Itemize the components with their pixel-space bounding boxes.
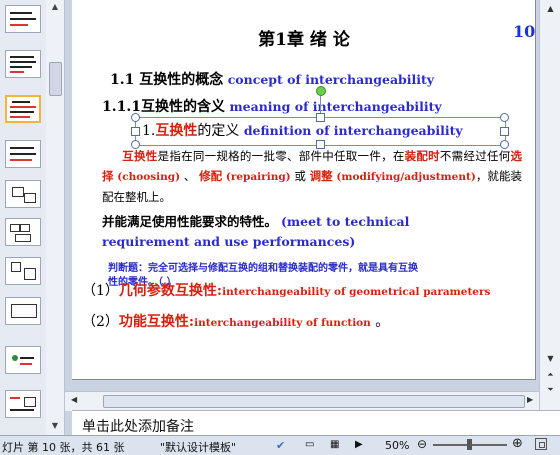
slide-sorter-icon[interactable]: ▦: [330, 439, 339, 450]
heading-meaning: 1.1.1互换性的含义 meaning of interchangeabilit…: [102, 99, 442, 115]
requirement-paragraph: 并能满足使用性能要求的特性。 (meet to technical requir…: [102, 214, 410, 249]
scroll-right-icon[interactable]: ▶: [527, 395, 533, 404]
heading-definition: 1.互换性的定义 definition of interchangeabilit…: [142, 123, 463, 139]
slide-thumbnail[interactable]: [5, 346, 41, 374]
slide-thumbnail[interactable]: [5, 297, 41, 325]
notes-placeholder: 单击此处添加备注: [82, 419, 194, 435]
quiz-question: 判断题：完全可选择与修配互换的组和替换装配的零件，就是具有互换: [108, 263, 418, 274]
normal-view-icon[interactable]: ▭: [305, 439, 314, 450]
resize-handle[interactable]: [131, 127, 140, 136]
zoom-slider[interactable]: ⊖ ⊕: [415, 436, 525, 452]
zoom-level[interactable]: 50%: [385, 439, 409, 452]
scroll-left-icon[interactable]: ◀: [71, 395, 77, 404]
scroll-down-icon[interactable]: ▼: [49, 421, 61, 431]
next-slide-icon[interactable]: ⏷: [544, 383, 557, 396]
slide-counter: 灯片 第 10 张，共 61 张: [2, 441, 125, 454]
item-geometric: （1）几何参数互换性:interchangeability of geometr…: [82, 283, 491, 299]
zoom-out-icon[interactable]: ⊖: [417, 437, 427, 451]
resize-handle[interactable]: [131, 113, 140, 122]
slide-thumbnail[interactable]: [5, 218, 41, 246]
slide-thumbnail[interactable]: [5, 180, 41, 208]
design-template-name: "默认设计模板": [160, 441, 237, 454]
scrollbar-thumb[interactable]: [49, 62, 62, 96]
slide-page-number: 10: [513, 22, 536, 41]
slideshow-icon[interactable]: ▶: [355, 439, 363, 450]
slide-thumbnail[interactable]: [5, 390, 41, 418]
slide-canvas[interactable]: 第1章 绪 论 10 1.1 互换性的概念 concept of interch…: [72, 0, 536, 380]
status-bar: 灯片 第 10 张，共 61 张 "默认设计模板" ✔ ▭ ▦ ▶ 50% ⊖ …: [0, 435, 560, 455]
previous-slide-icon[interactable]: ⏶: [544, 368, 557, 381]
zoom-slider-handle[interactable]: [467, 439, 472, 450]
scroll-up-icon[interactable]: ▲: [544, 2, 557, 15]
notes-pane[interactable]: 单击此处添加备注: [72, 410, 560, 436]
slide-vertical-scrollbar[interactable]: ▲ ▼ ⏶ ⏷: [539, 0, 560, 410]
rotate-handle[interactable]: [316, 86, 326, 96]
item-functional: （2）功能互换性:interchangeability of function …: [82, 314, 390, 330]
slide-title: 第1章 绪 论: [258, 30, 350, 50]
slide-thumbnail-active[interactable]: [5, 95, 41, 123]
definition-paragraph: 互换性是指在同一规格的一批零、部件中任取一件，在装配时不需经过任何选择 (cho…: [102, 149, 523, 204]
scrollbar-thumb[interactable]: [103, 395, 525, 408]
heading-concept: 1.1 互换性的概念 concept of interchangeability: [110, 72, 435, 88]
scroll-down-icon[interactable]: ▼: [544, 352, 557, 365]
fit-to-window-icon[interactable]: [535, 438, 547, 450]
slide-editing-area: 第1章 绪 论 10 1.1 互换性的概念 concept of interch…: [65, 0, 539, 391]
slide-thumbnail[interactable]: [5, 50, 41, 78]
slide-thumbnail[interactable]: [5, 140, 41, 168]
check-icon[interactable]: ✔: [276, 439, 285, 452]
resize-handle[interactable]: [500, 127, 509, 136]
thumbnail-scrollbar[interactable]: ▲ ▼: [46, 0, 65, 435]
slide-horizontal-scrollbar[interactable]: ◀ ▶: [65, 391, 539, 411]
slide-thumbnail[interactable]: [5, 5, 41, 33]
resize-handle[interactable]: [500, 113, 509, 122]
slide-thumbnail[interactable]: [5, 257, 41, 285]
scroll-up-icon[interactable]: ▲: [49, 2, 61, 12]
slide-thumbnail-pane: [0, 0, 47, 435]
zoom-in-icon[interactable]: ⊕: [512, 436, 523, 451]
